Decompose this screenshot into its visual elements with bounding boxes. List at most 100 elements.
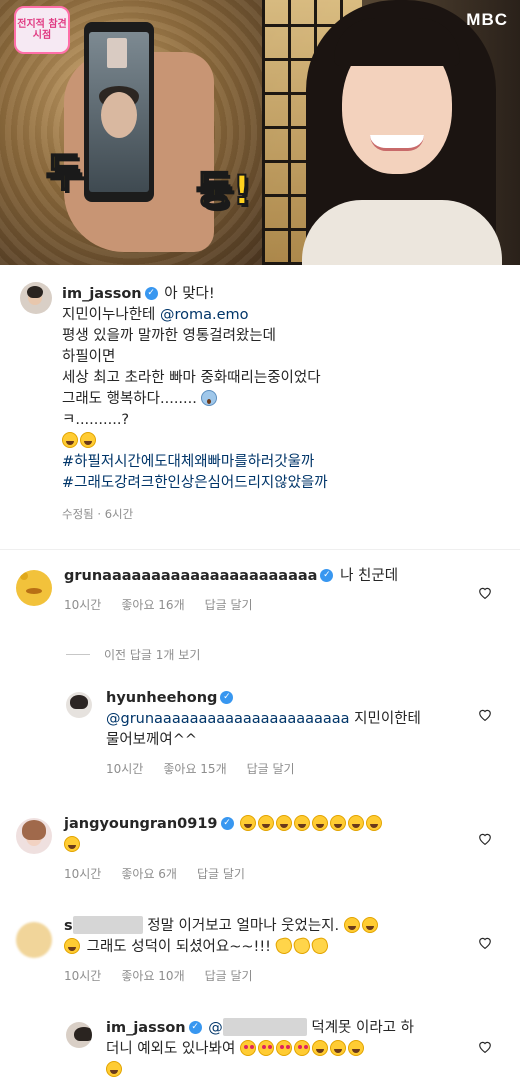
comment-username[interactable]: hyunheehong <box>106 690 217 706</box>
clapping-hands-icon <box>291 936 312 956</box>
grinning-sweat-icon <box>347 1040 364 1056</box>
grinning-sweat-icon <box>311 1040 328 1056</box>
verified-badge-icon: ✓ <box>144 286 158 300</box>
like-heart-icon[interactable] <box>478 586 492 599</box>
avatar[interactable] <box>16 922 52 958</box>
caption-text-block: im_jasson ✓ 아 맞다! 지민이누나한테 @roma.emo 평생 있을… <box>62 284 502 525</box>
phone-screen <box>89 32 149 192</box>
avatar[interactable] <box>16 818 52 854</box>
rofl-icon <box>64 938 80 954</box>
comment-meta: 10시간 좋아요 6개 답글 달기 <box>64 864 464 885</box>
caption-line: 그래도 행복하다........ <box>62 391 197 407</box>
comment-time: 10시간 <box>106 762 144 776</box>
comment-meta: 10시간 좋아요 16개 답글 달기 <box>64 595 464 616</box>
mention-link[interactable]: @roma.emo <box>160 307 249 323</box>
post-username[interactable]: im_jasson <box>62 286 142 302</box>
comment-text: 더니 예외도 있나봐여 <box>106 1041 236 1057</box>
heart-eyes-icon <box>275 1040 292 1056</box>
comment-time: 10시간 <box>64 969 102 983</box>
rofl-icon <box>348 815 365 831</box>
comment-time: 10시간 <box>64 598 102 612</box>
view-previous-replies[interactable]: 이전 답글 1개 보기 <box>66 646 200 663</box>
person-sweater <box>302 200 502 265</box>
avatar[interactable] <box>16 570 52 606</box>
avatar[interactable] <box>66 1022 92 1048</box>
rofl-icon <box>361 917 378 933</box>
heart-eyes-icon <box>239 1040 256 1056</box>
comment-meta: 10시간 좋아요 10개 답글 달기 <box>64 966 464 987</box>
comment-body: s 정말 이거보고 얼마나 웃었는지. 그래도 성덕이 되셨어요~~!!! 10… <box>64 916 464 987</box>
comment-time: 10시간 <box>64 867 102 881</box>
show-logo: 전지적 참견시점 <box>14 6 70 54</box>
comment-text: 물어보께여^^ <box>106 732 197 748</box>
mention-link[interactable]: @grunaaaaaaaaaaaaaaaaaaaaaa <box>106 711 350 727</box>
comment-body: grunaaaaaaaaaaaaaaaaaaaaaa ✓ 나 친군데 10시간 좋… <box>64 566 464 616</box>
heart-eyes-icon <box>293 1040 310 1056</box>
divider <box>66 654 90 655</box>
post-image[interactable]: 전지적 참견시점 두 둥! MBC <box>0 0 520 265</box>
divider <box>0 549 520 550</box>
grinning-sweat-icon <box>80 432 96 448</box>
reply-button[interactable]: 답글 달기 <box>247 759 295 780</box>
rofl-icon <box>240 815 257 831</box>
rofl-icon <box>294 815 311 831</box>
like-heart-icon[interactable] <box>478 708 492 721</box>
video-call-pip <box>107 38 127 68</box>
grinning-sweat-icon <box>329 1040 346 1056</box>
like-heart-icon[interactable] <box>478 1040 492 1053</box>
person-bangs <box>334 18 460 66</box>
like-heart-icon[interactable] <box>478 936 492 949</box>
redacted-username <box>72 916 143 934</box>
caption-line: 지민이누나한테 <box>62 307 156 323</box>
hashtag-link[interactable]: #그래도강려크한인상은심어드리지않았을까 <box>62 473 502 494</box>
hashtag-link[interactable]: #하필저시간에도대체왜빠마를하러갓울까 <box>62 452 502 473</box>
rofl-icon <box>64 836 80 852</box>
reply-button[interactable]: 답글 달기 <box>205 966 253 987</box>
caller-face <box>101 92 137 138</box>
comment-text: 나 친군데 <box>340 568 399 584</box>
comment-likes[interactable]: 좋아요 10개 <box>121 966 184 987</box>
comment-username[interactable]: s <box>64 918 73 934</box>
image-panel-left: 전지적 참견시점 두 둥! <box>0 0 262 265</box>
caption-line: 세상 최고 초라한 빠마 중화때리는중이었다 <box>62 370 321 386</box>
comment-likes[interactable]: 좋아요 16개 <box>121 595 184 616</box>
caption-line: 하필이면 <box>62 349 116 365</box>
rofl-icon <box>258 815 275 831</box>
broadcaster-logo: MBC <box>466 10 508 29</box>
comment-body: hyunheehong ✓ @grunaaaaaaaaaaaaaaaaaaaaaa… <box>106 688 466 780</box>
subtitle-caption-left: 두 <box>45 149 84 197</box>
comment-text: 그래도 성덕이 되셨어요~~!!! <box>86 939 271 955</box>
avatar[interactable] <box>66 692 92 718</box>
mention-link[interactable]: @ <box>208 1020 223 1036</box>
comment-text: 덕계못 이라고 하 <box>311 1020 414 1036</box>
comment-likes[interactable]: 좋아요 15개 <box>163 759 226 780</box>
caption-line: 평생 있을까 말까한 영통걸려왔는데 <box>62 328 276 344</box>
comment-username[interactable]: jangyoungran0919 <box>64 816 218 832</box>
rofl-icon <box>312 815 329 831</box>
comment-text: 정말 이거보고 얼마나 웃었는지. <box>147 918 340 934</box>
verified-badge-icon: ✓ <box>320 568 334 582</box>
caption-line: ㅋ..........? <box>62 412 130 428</box>
comment-likes[interactable]: 좋아요 6개 <box>121 864 177 885</box>
verified-badge-icon: ✓ <box>188 1020 202 1034</box>
rofl-icon <box>366 815 383 831</box>
image-panel-right: MBC <box>262 0 520 265</box>
rofl-icon <box>343 917 360 933</box>
fearful-face-icon <box>201 390 218 406</box>
like-heart-icon[interactable] <box>478 832 492 845</box>
reply-button[interactable]: 답글 달기 <box>205 595 253 616</box>
comment-body: jangyoungran0919 ✓ 10시간 좋아요 6개 답글 달기 <box>64 814 464 885</box>
reply-button[interactable]: 답글 달기 <box>197 864 245 885</box>
phone-graphic <box>84 22 154 202</box>
rofl-icon <box>330 815 347 831</box>
grinning-sweat-icon <box>106 1061 122 1077</box>
comment-username[interactable]: grunaaaaaaaaaaaaaaaaaaaaaa <box>64 568 317 584</box>
verified-badge-icon: ✓ <box>220 816 234 830</box>
view-replies-label: 이전 답글 1개 보기 <box>104 648 201 662</box>
comment-username[interactable]: im_jasson <box>106 1020 186 1036</box>
avatar[interactable] <box>20 282 52 314</box>
heart-eyes-icon <box>257 1040 274 1056</box>
comment-body: im_jasson ✓ @ 덕계못 이라고 하 더니 예외도 있나봐여 <box>106 1018 466 1081</box>
caption-line: 아 맞다! <box>164 286 215 302</box>
comment-text: 지민이한테 <box>354 711 421 727</box>
